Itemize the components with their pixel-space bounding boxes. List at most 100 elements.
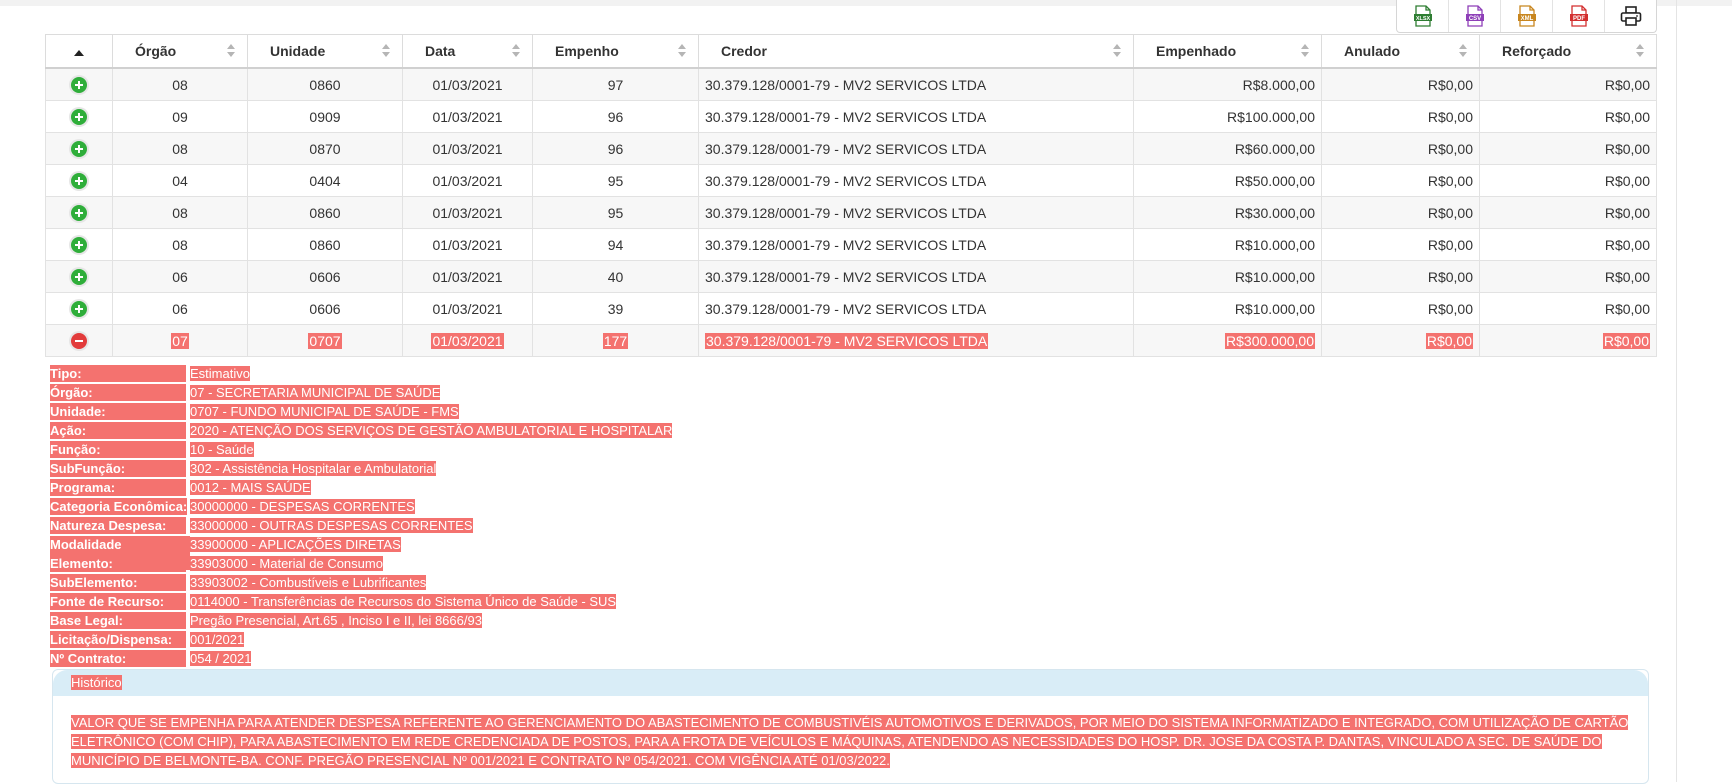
expand-cell[interactable] <box>45 164 113 197</box>
export-xml-button[interactable]: XML <box>1501 0 1553 32</box>
cell-empenho: 96 <box>532 100 699 133</box>
column-header-empenho[interactable]: Empenho <box>532 34 699 69</box>
column-header-data[interactable]: Data <box>402 34 533 69</box>
column-header-label: Unidade <box>270 43 326 59</box>
column-header-label: Credor <box>721 43 767 59</box>
cell-empenhado: R$10.000,00 <box>1133 292 1322 325</box>
expand-plus-icon[interactable] <box>71 77 87 94</box>
cell-anulado: R$0,00 <box>1321 196 1480 229</box>
cell-unidade: 0860 <box>247 67 403 101</box>
expand-plus-icon[interactable] <box>71 237 87 254</box>
column-header-reforcado[interactable]: Reforçado <box>1479 34 1657 69</box>
cell-unidade: 0860 <box>247 196 403 229</box>
cell-empenhado: R$50.000,00 <box>1133 164 1322 197</box>
detail-row-orgao: Órgão: 07 - SECRETARIA MUNICIPAL DE SAÚDE <box>50 384 1650 403</box>
cell-anulado: R$0,00 <box>1321 67 1480 101</box>
cell-credor: 30.379.128/0001-79 - MV2 SERVICOS LTDA <box>698 324 1134 357</box>
cell-unidade: 0606 <box>247 260 403 293</box>
export-xlsx-button[interactable]: XLSX <box>1397 0 1449 32</box>
cell-reforcado: R$0,00 <box>1479 100 1657 133</box>
cell-credor: 30.379.128/0001-79 - MV2 SERVICOS LTDA <box>698 260 1134 293</box>
cell-empenho: 95 <box>532 164 699 197</box>
detail-row-subfuncao: SubFunção: 302 - Assistência Hospitalar e… <box>50 460 1650 479</box>
column-header-empenhado[interactable]: Empenhado <box>1133 34 1322 69</box>
expand-cell[interactable] <box>45 196 113 229</box>
column-header-unidade[interactable]: Unidade <box>247 34 403 69</box>
collapse-minus-icon[interactable] <box>71 333 87 350</box>
table-row[interactable]: 08 0870 01/03/2021 96 30.379.128/0001-79… <box>45 132 1657 165</box>
detail-value: Pregão Presencial, Art.65 , Inciso I e I… <box>190 613 482 628</box>
expand-cell[interactable] <box>45 100 113 133</box>
cell-empenhado: R$10.000,00 <box>1133 260 1322 293</box>
detail-value: Estimativo <box>190 366 250 381</box>
cell-anulado: R$0,00 <box>1321 100 1480 133</box>
cell-anulado: R$0,00 <box>1321 260 1480 293</box>
detail-row-tipo: Tipo: Estimativo <box>50 365 1650 384</box>
detail-label: SubElemento: <box>50 574 186 591</box>
sort-icon <box>382 44 390 58</box>
cell-data: 01/03/2021 <box>402 100 533 133</box>
cell-credor: 30.379.128/0001-79 - MV2 SERVICOS LTDA <box>698 292 1134 325</box>
cell-reforcado: R$0,00 <box>1479 196 1657 229</box>
detail-row-programa: Programa: 0012 - MAIS SAÚDE <box>50 479 1650 498</box>
expand-plus-icon[interactable] <box>71 141 87 158</box>
historico-text: VALOR QUE SE EMPENHA PARA ATENDER DESPES… <box>71 715 1629 768</box>
historico-header[interactable]: Histórico <box>53 670 1648 696</box>
cell-anulado: R$0,00 <box>1321 228 1480 261</box>
cell-anulado-text: R$0,00 <box>1425 332 1473 349</box>
cell-empenho: 96 <box>532 132 699 165</box>
expand-plus-icon[interactable] <box>71 109 87 126</box>
table-row[interactable]: 08 0860 01/03/2021 94 30.379.128/0001-79… <box>45 228 1657 261</box>
expand-plus-icon[interactable] <box>71 269 87 286</box>
cell-orgao-text: 07 <box>171 332 189 349</box>
expand-cell[interactable] <box>45 324 113 357</box>
detail-row-base-legal: Base Legal: Pregão Presencial, Art.65 , I… <box>50 612 1650 631</box>
cell-empenho: 40 <box>532 260 699 293</box>
detail-label: Nº Contrato: <box>50 650 186 667</box>
table-row-expanded[interactable]: 07 0707 01/03/2021 177 30.379.128/0001-7… <box>45 324 1657 357</box>
expand-cell[interactable] <box>45 228 113 261</box>
print-button[interactable] <box>1605 0 1656 32</box>
cell-unidade: 0606 <box>247 292 403 325</box>
expand-cell[interactable] <box>45 67 113 101</box>
cell-empenhado: R$8.000,00 <box>1133 67 1322 101</box>
sort-icon <box>512 44 520 58</box>
expand-plus-icon[interactable] <box>71 205 87 222</box>
cell-credor: 30.379.128/0001-79 - MV2 SERVICOS LTDA <box>698 196 1134 229</box>
cell-empenhado: R$300.000,00 <box>1133 324 1322 357</box>
table-row[interactable]: 06 0606 01/03/2021 39 30.379.128/0001-79… <box>45 292 1657 325</box>
expand-cell[interactable] <box>45 260 113 293</box>
table-row[interactable]: 08 0860 01/03/2021 97 30.379.128/0001-79… <box>45 67 1657 101</box>
sort-icon <box>678 44 686 58</box>
cell-orgao: 08 <box>112 67 248 101</box>
column-header-label: Empenhado <box>1156 43 1237 59</box>
cell-unidade: 0870 <box>247 132 403 165</box>
expand-cell[interactable] <box>45 292 113 325</box>
export-csv-button[interactable]: CSV <box>1449 0 1501 32</box>
cell-orgao: 04 <box>112 164 248 197</box>
cell-reforcado: R$0,00 <box>1479 228 1657 261</box>
cell-orgao: 08 <box>112 228 248 261</box>
detail-value: 07 - SECRETARIA MUNICIPAL DE SAÚDE <box>190 385 441 400</box>
column-header-anulado[interactable]: Anulado <box>1321 34 1480 69</box>
cell-empenho: 94 <box>532 228 699 261</box>
cell-reforcado: R$0,00 <box>1479 67 1657 101</box>
table-row[interactable]: 08 0860 01/03/2021 95 30.379.128/0001-79… <box>45 196 1657 229</box>
expand-column-header[interactable] <box>45 34 113 69</box>
cell-anulado: R$0,00 <box>1321 132 1480 165</box>
cell-reforcado: R$0,00 <box>1479 292 1657 325</box>
table-row[interactable]: 06 0606 01/03/2021 40 30.379.128/0001-79… <box>45 260 1657 293</box>
table-row[interactable]: 04 0404 01/03/2021 95 30.379.128/0001-79… <box>45 164 1657 197</box>
cell-data: 01/03/2021 <box>402 292 533 325</box>
expand-cell[interactable] <box>45 132 113 165</box>
column-header-orgao[interactable]: Órgão <box>112 34 248 69</box>
cell-empenhado: R$100.000,00 <box>1133 100 1322 133</box>
column-header-credor[interactable]: Credor <box>698 34 1134 69</box>
export-pdf-button[interactable]: PDF <box>1553 0 1605 32</box>
cell-unidade: 0860 <box>247 228 403 261</box>
expand-plus-icon[interactable] <box>71 173 87 190</box>
detail-label: Função: <box>50 441 186 458</box>
table-row[interactable]: 09 0909 01/03/2021 96 30.379.128/0001-79… <box>45 100 1657 133</box>
expand-plus-icon[interactable] <box>71 301 87 318</box>
detail-value: 33900000 - APLICAÇÕES DIRETAS <box>190 537 401 552</box>
